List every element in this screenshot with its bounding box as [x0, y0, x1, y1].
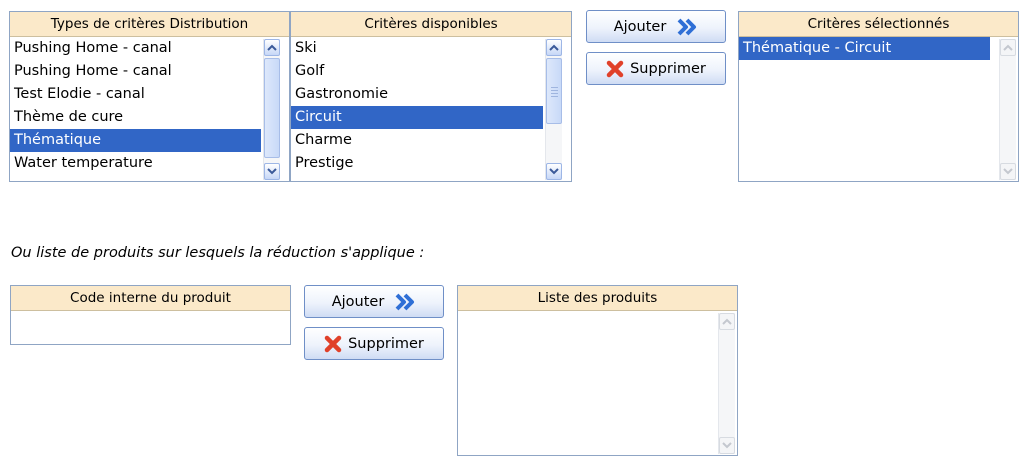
list-item[interactable]: Thème de cure: [10, 106, 261, 129]
product-list[interactable]: [458, 311, 737, 456]
add-label: Ajouter: [331, 293, 385, 310]
chevron-up-icon: [722, 318, 732, 325]
add-product-button[interactable]: Ajouter: [304, 285, 444, 318]
product-section-intro: Ou liste de produits sur lesquels la réd…: [11, 245, 425, 261]
list-item[interactable]: Pushing Home - canal: [10, 60, 261, 83]
distribution-types-panel: Types de critères Distribution Pushing H…: [9, 11, 290, 182]
double-chevron-right-icon: [676, 18, 698, 36]
product-list-header: Liste des produits: [458, 286, 737, 311]
product-code-panel: Code interne du produit: [10, 285, 291, 345]
scroll-up-button[interactable]: [546, 39, 562, 56]
remove-product-button[interactable]: Supprimer: [304, 327, 444, 360]
add-criteria-button[interactable]: Ajouter: [586, 10, 726, 43]
red-x-icon: [606, 60, 624, 78]
chevron-up-icon: [549, 44, 559, 51]
chevron-down-icon: [549, 168, 559, 175]
add-label: Ajouter: [613, 18, 667, 35]
list-item[interactable]: Gastronomie: [291, 83, 543, 106]
chevron-down-icon: [267, 168, 277, 175]
red-x-icon: [324, 335, 342, 353]
double-chevron-right-icon: [394, 293, 416, 311]
list-item[interactable]: Charme: [291, 129, 543, 152]
remove-label: Supprimer: [630, 60, 706, 77]
available-criteria-header: Critères disponibles: [291, 12, 571, 37]
scroll-thumb[interactable]: [264, 58, 280, 158]
selected-criteria-panel: Critères sélectionnés Thématique - Circu…: [738, 11, 1019, 182]
scroll-up-button[interactable]: [1000, 39, 1016, 56]
list-item[interactable]: Test Elodie - canal: [10, 83, 261, 106]
distribution-types-list[interactable]: Pushing Home - canal Pushing Home - cana…: [10, 37, 289, 182]
selected-criteria-header: Critères sélectionnés: [739, 12, 1018, 37]
list-item-selected[interactable]: Circuit: [291, 106, 543, 129]
list-item-selected[interactable]: Thématique - Circuit: [739, 37, 990, 60]
chevron-down-icon: [1003, 168, 1013, 175]
list-item[interactable]: Prestige: [291, 152, 543, 175]
scroll-thumb[interactable]: [546, 58, 562, 124]
available-criteria-panel: Critères disponibles Ski Golf Gastronomi…: [290, 11, 572, 182]
product-list-panel: Liste des produits: [457, 285, 738, 456]
list-item[interactable]: Golf: [291, 60, 543, 83]
chevron-down-icon: [722, 442, 732, 449]
scroll-up-button[interactable]: [264, 39, 280, 56]
distribution-types-header: Types de critères Distribution: [10, 12, 289, 37]
product-code-input[interactable]: [11, 311, 290, 350]
chevron-up-icon: [1003, 44, 1013, 51]
selected-criteria-list[interactable]: Thématique - Circuit: [739, 37, 1018, 182]
scroll-down-button[interactable]: [264, 163, 280, 180]
list-item-selected[interactable]: Thématique: [10, 129, 261, 152]
remove-label: Supprimer: [348, 335, 424, 352]
available-criteria-list[interactable]: Ski Golf Gastronomie Circuit Charme Pres…: [291, 37, 571, 182]
remove-criteria-button[interactable]: Supprimer: [586, 52, 726, 85]
list-item[interactable]: Water temperature: [10, 152, 261, 175]
scroll-down-button[interactable]: [1000, 163, 1016, 180]
selected-criteria-scrollbar[interactable]: [999, 39, 1016, 180]
product-code-header: Code interne du produit: [11, 286, 290, 311]
distribution-types-scrollbar[interactable]: [263, 39, 280, 180]
list-item[interactable]: Pushing Home - canal: [10, 37, 261, 60]
scroll-down-button[interactable]: [546, 163, 562, 180]
product-list-scrollbar[interactable]: [718, 313, 735, 454]
available-criteria-scrollbar[interactable]: [545, 39, 562, 180]
chevron-up-icon: [267, 44, 277, 51]
list-item[interactable]: Ski: [291, 37, 543, 60]
scroll-up-button[interactable]: [719, 313, 735, 330]
scroll-down-button[interactable]: [719, 437, 735, 454]
